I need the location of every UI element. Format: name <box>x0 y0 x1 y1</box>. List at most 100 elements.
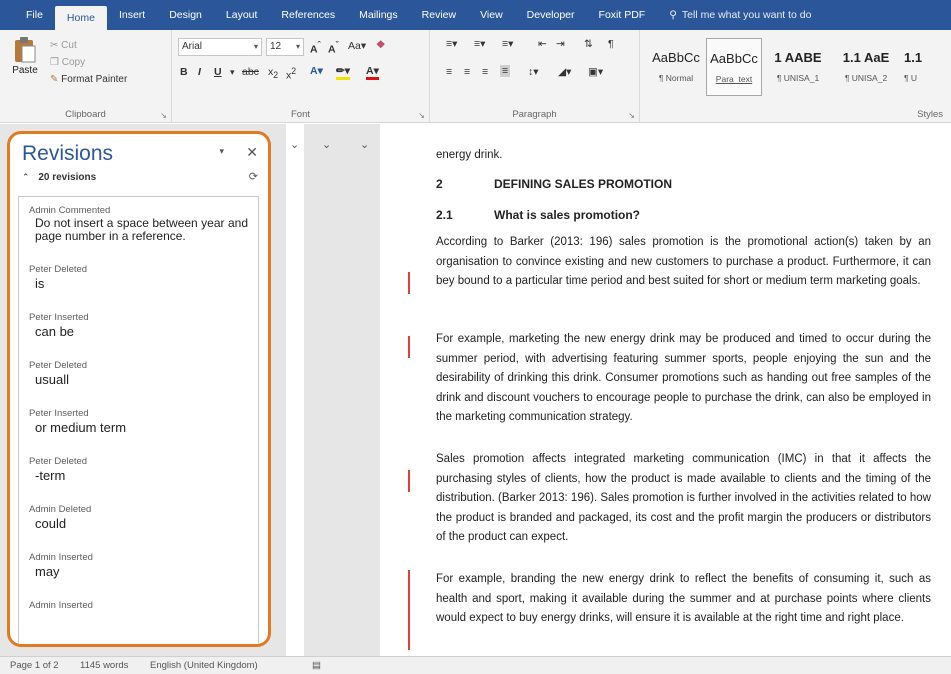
style-name: ¶ UNISA_2 <box>844 73 888 83</box>
style-unisa-2[interactable]: 1.1 AaE ¶ UNISA_2 <box>834 38 898 96</box>
tab-file[interactable]: File <box>14 0 55 30</box>
align-right-icon[interactable]: ≡ <box>482 66 488 78</box>
format-painter-button[interactable]: ✎ Format Painter <box>50 74 127 85</box>
chevron-down-icon[interactable]: ⌄ <box>290 138 299 151</box>
font-color-icon[interactable]: A▾ <box>366 65 379 80</box>
superscript-icon[interactable]: x2 <box>286 66 296 82</box>
heading-21-text: What is sales promotion? <box>494 208 641 222</box>
tab-view[interactable]: View <box>468 0 515 30</box>
chevron-down-icon[interactable]: ⌄ <box>322 138 331 151</box>
status-word-count[interactable]: 1145 words <box>80 660 128 671</box>
revision-item[interactable]: Peter Deleted usuall <box>29 360 248 387</box>
line-spacing-icon[interactable]: ↕▾ <box>528 66 539 78</box>
ribbon-tab-bar: File Home Insert Design Layout Reference… <box>0 0 951 30</box>
tab-review[interactable]: Review <box>410 0 468 30</box>
increase-indent-icon[interactable]: ⇥ <box>556 38 565 50</box>
chevron-down-icon[interactable]: ▾ <box>230 67 235 78</box>
status-bar: Page 1 of 2 1145 words English (United K… <box>0 656 951 674</box>
shrink-font-icon[interactable]: Aˇ <box>328 40 339 56</box>
body-paragraph: For example, marketing the new energy dr… <box>436 333 931 424</box>
multilevel-list-icon[interactable]: ≡▾ <box>502 38 513 50</box>
tab-home[interactable]: Home <box>54 6 107 30</box>
subscript-icon[interactable]: x2 <box>268 66 278 80</box>
change-case-icon[interactable]: Aa▾ <box>348 40 366 52</box>
styles-group-label: Styles <box>917 109 943 120</box>
borders-icon[interactable]: ▣▾ <box>588 66 603 78</box>
status-page[interactable]: Page 1 of 2 <box>10 660 59 671</box>
paintbrush-icon: ✎ <box>50 74 59 85</box>
style-sample: AaBbCc <box>652 50 700 65</box>
align-center-icon[interactable]: ≡ <box>464 66 470 78</box>
sort-icon[interactable]: ⇅ <box>584 38 593 50</box>
tab-layout[interactable]: Layout <box>214 0 270 30</box>
style-para-text[interactable]: AaBbCc Para_text <box>706 38 762 96</box>
cut-label: Cut <box>61 40 77 51</box>
bullets-icon[interactable]: ≡▾ <box>446 38 457 50</box>
tell-me-text: Tell me what you want to do <box>681 9 812 21</box>
numbering-icon[interactable]: ≡▾ <box>474 38 485 50</box>
tab-references[interactable]: References <box>269 0 347 30</box>
justify-icon[interactable]: ≡ <box>500 65 511 77</box>
revision-header: Peter Inserted <box>29 312 89 323</box>
revision-item[interactable]: Peter Deleted -term <box>29 456 248 483</box>
revisions-count-row[interactable]: ⌃ 20 revisions <box>22 172 96 183</box>
revision-item[interactable]: Peter Inserted or medium term <box>29 408 248 435</box>
style-normal[interactable]: AaBbCc ¶ Normal <box>648 38 704 96</box>
pane-options-icon[interactable]: ▾ <box>219 146 224 157</box>
copy-button[interactable]: ❐ Copy <box>50 57 85 68</box>
macro-record-icon[interactable]: ▤ <box>312 660 321 671</box>
refresh-icon[interactable]: ⟳ <box>249 170 258 183</box>
revision-item[interactable]: Admin Deleted could <box>29 504 248 531</box>
body-paragraph: Sales promotion affects integrated marke… <box>436 453 931 544</box>
document-page[interactable]: energy drink. 2 DEFINING SALES PROMOTION… <box>380 124 951 656</box>
highlight-icon[interactable]: ✏▾ <box>336 65 351 80</box>
revision-item[interactable]: Peter Inserted can be <box>29 312 248 339</box>
paste-button[interactable]: Paste <box>6 36 44 88</box>
cut-button[interactable]: ✂ Cut <box>50 40 77 51</box>
heading-2-number: 2 <box>436 177 443 191</box>
text-effects-icon[interactable]: A▾ <box>310 65 323 77</box>
revision-item[interactable]: Admin Commented Do not insert a space be… <box>29 205 248 243</box>
font-size-value: 12 <box>270 41 282 52</box>
revision-header: Peter Deleted <box>29 456 88 467</box>
revision-body: may <box>35 564 60 579</box>
style-unisa-1[interactable]: 1 AABE ¶ UNISA_1 <box>766 38 830 96</box>
revision-header: Admin Deleted <box>29 504 92 515</box>
strikethrough-icon[interactable]: abc <box>242 66 259 78</box>
revision-item[interactable]: Peter Deleted is <box>29 264 248 291</box>
tab-design[interactable]: Design <box>157 0 214 30</box>
revision-change-bar <box>408 570 410 650</box>
paragraph-group: ≡▾ ≡▾ ≡▾ ⇤ ⇥ ⇅ ¶ ≡ ≡ ≡ ≡ ↕▾ ◢▾ ▣▾ Paragr… <box>430 30 640 123</box>
grow-font-icon[interactable]: Aˆ <box>310 40 321 56</box>
revision-change-bar <box>408 272 410 294</box>
font-group-label: Font <box>290 109 310 120</box>
font-size-combo[interactable]: 12 ▾ <box>266 38 304 56</box>
tell-me-box[interactable]: ⚲ Tell me what you want to do <box>657 0 823 30</box>
shading-icon[interactable]: ◢▾ <box>558 66 571 78</box>
style-sample: 1 AABE <box>774 50 822 65</box>
tab-insert[interactable]: Insert <box>107 0 157 30</box>
align-left-icon[interactable]: ≡ <box>446 66 452 78</box>
tab-mailings[interactable]: Mailings <box>347 0 410 30</box>
pilcrow-icon[interactable]: ¶ <box>608 38 614 50</box>
tab-developer[interactable]: Developer <box>515 0 587 30</box>
font-name-combo[interactable]: Arial ▾ <box>178 38 262 56</box>
clear-formatting-icon[interactable]: ❖ <box>376 39 385 51</box>
italic-icon[interactable]: I <box>198 66 201 78</box>
chevron-up-icon: ⌃ <box>22 172 30 182</box>
clipboard-launcher-icon[interactable]: ↘ <box>160 111 167 120</box>
paragraph-launcher-icon[interactable]: ↘ <box>628 111 635 120</box>
revision-header: Admin Commented <box>29 205 111 216</box>
bold-icon[interactable]: B <box>180 66 188 78</box>
style-unisa-3[interactable]: 1.1 ¶ U <box>904 38 951 96</box>
chevron-down-icon[interactable]: ⌄ <box>360 138 369 151</box>
decrease-indent-icon[interactable]: ⇤ <box>538 38 547 50</box>
close-icon[interactable]: ✕ <box>246 144 258 161</box>
revision-item[interactable]: Admin Inserted <box>29 600 248 611</box>
font-launcher-icon[interactable]: ↘ <box>418 111 425 120</box>
heading-21-number: 2.1 <box>436 208 453 222</box>
status-language[interactable]: English (United Kingdom) <box>150 660 258 671</box>
tab-foxit-pdf[interactable]: Foxit PDF <box>587 0 658 30</box>
underline-icon[interactable]: U <box>214 66 222 78</box>
revision-item[interactable]: Admin Inserted may <box>29 552 248 579</box>
